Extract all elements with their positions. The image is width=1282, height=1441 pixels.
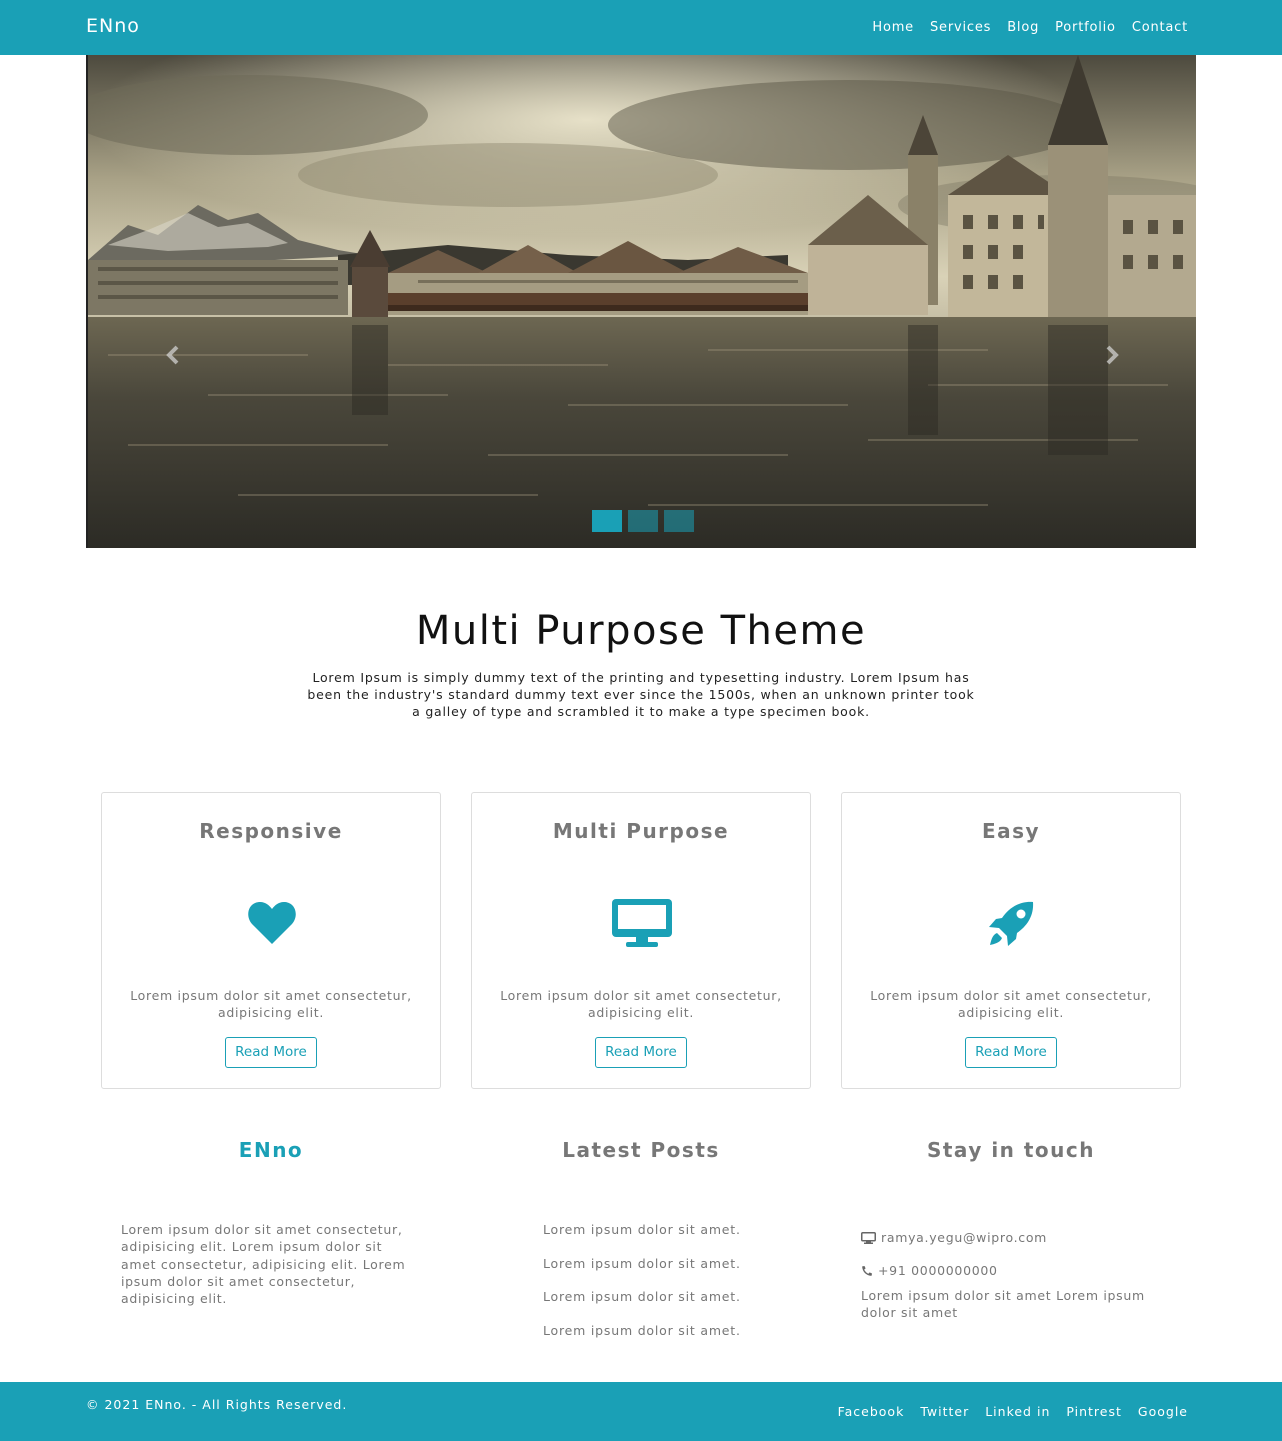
feature-title: Easy [981,819,1041,843]
about-text: Lorem ipsum dolor sit amet consectetur, … [121,1222,406,1307]
carousel-next-button[interactable] [1101,337,1125,373]
page-title: Multi Purpose Theme [415,608,867,654]
carousel-prev-button[interactable] [160,337,184,373]
social-link-pinterest[interactable]: Pintrest [1066,1404,1122,1419]
footer: © 2021 ENno. - All Rights Reserved. Face… [0,1382,1282,1441]
nav-link-services[interactable]: Services [930,20,991,35]
social-link-linkedin[interactable]: Linked in [985,1404,1050,1419]
social-links: Facebook Twitter Linked in Pintrest Goog… [838,1404,1188,1419]
rocket-icon [982,895,1042,951]
contact-text: Lorem ipsum dolor sit amet Lorem ipsum d… [861,1288,1145,1321]
feature-title: Responsive [199,819,343,843]
about-title: ENno [238,1138,304,1162]
feature-text: Lorem ipsum dolor sit amet consectetur, … [500,988,782,1020]
social-link-google[interactable]: Google [1138,1404,1188,1419]
feature-text: Lorem ipsum dolor sit amet consectetur, … [870,988,1152,1020]
nav-link-portfolio[interactable]: Portfolio [1055,20,1116,35]
read-more-button[interactable]: Read More [225,1037,317,1068]
list-item: Lorem ipsum dolor sit amet. [543,1221,741,1255]
brand-logo[interactable]: ENno [86,15,140,37]
desktop-icon [612,895,672,951]
social-link-facebook[interactable]: Facebook [838,1404,905,1419]
post-link[interactable]: Lorem ipsum dolor sit amet. [543,1222,741,1237]
contact-phone: +91 0000000000 [878,1263,998,1278]
carousel-slide-image [88,55,1196,548]
feature-card-responsive: Responsive Lorem ipsum dolor sit amet co… [101,792,441,1089]
hero-description: Lorem Ipsum is simply dummy text of the … [307,670,975,719]
main-nav: Home Services Blog Portfolio Contact [872,20,1188,35]
carousel-indicator-1[interactable] [592,510,622,532]
read-more-button[interactable]: Read More [595,1037,687,1068]
carousel-indicator-2[interactable] [628,510,658,532]
read-more-button[interactable]: Read More [965,1037,1057,1068]
latest-posts-list: Lorem ipsum dolor sit amet. Lorem ipsum … [543,1221,741,1355]
nav-link-home[interactable]: Home [872,20,914,35]
feature-text: Lorem ipsum dolor sit amet consectetur, … [130,988,412,1020]
contact-phone-row: +91 0000000000 [861,1254,1161,1287]
latest-posts-title: Latest Posts [562,1138,720,1162]
carousel-indicator-3[interactable] [664,510,694,532]
nav-link-blog[interactable]: Blog [1007,20,1039,35]
social-link-twitter[interactable]: Twitter [920,1404,969,1419]
feature-card-easy: Easy Lorem ipsum dolor sit amet consecte… [841,792,1181,1089]
post-link[interactable]: Lorem ipsum dolor sit amet. [543,1256,741,1271]
feature-card-multi-purpose: Multi Purpose Lorem ipsum dolor sit amet… [471,792,811,1089]
chevron-left-icon [166,345,179,365]
contact-email-row: ramya.yegu@wipro.com [861,1221,1161,1254]
feature-title: Multi Purpose [552,819,730,843]
desktop-icon [861,1231,876,1244]
list-item: Lorem ipsum dolor sit amet. [543,1288,741,1322]
chevron-right-icon [1106,345,1119,365]
carousel-indicators [592,510,694,532]
post-link[interactable]: Lorem ipsum dolor sit amet. [543,1289,741,1304]
post-link[interactable]: Lorem ipsum dolor sit amet. [543,1323,741,1338]
nav-link-contact[interactable]: Contact [1132,20,1188,35]
contact-title: Stay in touch [926,1138,1096,1162]
navbar: ENno Home Services Blog Portfolio Contac… [0,0,1282,55]
heart-icon [242,895,302,951]
contact-email: ramya.yegu@wipro.com [881,1230,1048,1245]
phone-icon [862,1265,872,1276]
list-item: Lorem ipsum dolor sit amet. [543,1255,741,1289]
list-item: Lorem ipsum dolor sit amet. [543,1322,741,1356]
contact-info: ramya.yegu@wipro.com +91 0000000000 Lore… [861,1221,1161,1322]
hero-carousel [86,55,1196,548]
copyright-text: © 2021 ENno. - All Rights Reserved. [86,1397,348,1412]
